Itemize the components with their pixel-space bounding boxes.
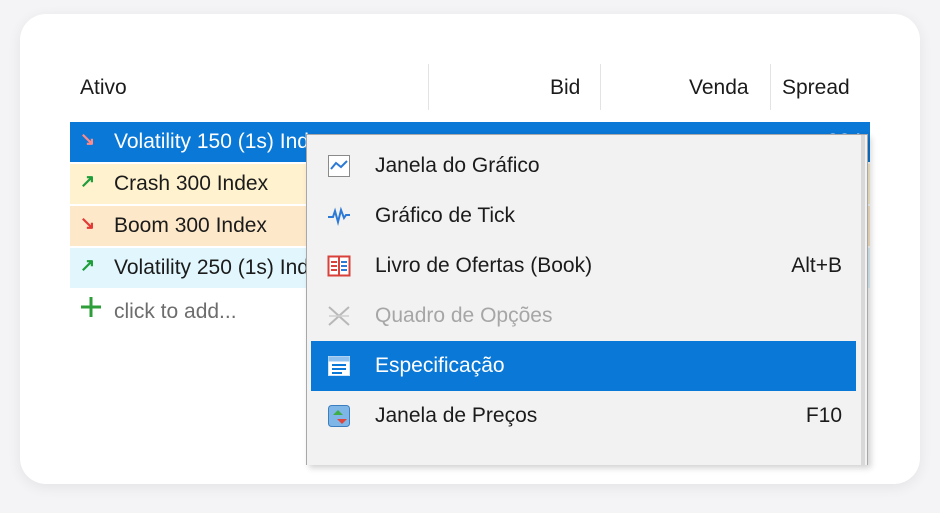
menu-item-label: Janela de Preços — [375, 404, 538, 427]
trend-down-icon: ↘ — [80, 129, 96, 149]
menu-item-options-board: Quadro de Opções — [311, 291, 856, 341]
trend-up-icon: ↗ — [80, 255, 96, 275]
column-header-bid[interactable]: Bid — [550, 76, 580, 100]
menu-item-label: Quadro de Opções — [375, 304, 553, 327]
column-header-asset[interactable]: Ativo — [80, 76, 127, 100]
menu-scrollbar[interactable] — [861, 135, 865, 465]
asset-name: Boom 300 Index — [114, 214, 267, 237]
menu-item-label: Gráfico de Tick — [375, 204, 516, 227]
menu-item-label: Especificação — [375, 354, 505, 377]
column-divider[interactable] — [770, 64, 771, 110]
column-divider[interactable] — [428, 64, 429, 110]
plus-icon-svg — [81, 297, 101, 317]
chart-window-icon — [327, 154, 351, 178]
specification-icon — [327, 354, 351, 378]
menu-item-shortcut: F10 — [805, 404, 842, 427]
column-header-spread[interactable]: Spread — [782, 76, 850, 100]
order-book-icon — [327, 254, 351, 278]
menu-item-label: Livro de Ofertas (Book) — [375, 254, 593, 277]
menu-item-order-book[interactable]: Livro de Ofertas (Book) Alt+B — [311, 241, 856, 291]
plus-icon — [78, 294, 104, 328]
menu-item-specification[interactable]: Especificação — [311, 341, 856, 391]
trend-down-icon: ↘ — [80, 213, 96, 233]
card: Ativo Bid Venda Spread ↘ Volatility 150 … — [20, 14, 920, 484]
asset-name: Volatility 250 (1s) Index — [114, 256, 332, 279]
menu-item-chart-window[interactable]: Janela do Gráfico — [311, 141, 856, 191]
trend-up-icon: ↗ — [80, 171, 96, 191]
asset-name: Crash 300 Index — [114, 172, 269, 195]
options-board-icon — [327, 304, 351, 328]
menu-item-price-window[interactable]: Janela de Preços F10 — [311, 391, 856, 441]
context-menu: Janela do Gráfico Gráfico de Tick Livro … — [306, 134, 868, 465]
tick-chart-icon — [327, 204, 351, 228]
menu-item-label: Janela do Gráfico — [375, 154, 540, 177]
column-divider[interactable] — [600, 64, 601, 110]
asset-name: Volatility 150 (1s) Ind — [114, 130, 309, 153]
add-symbol-label: click to add... — [114, 300, 237, 323]
column-header-sell[interactable]: Venda — [689, 76, 749, 100]
menu-item-tick-chart[interactable]: Gráfico de Tick — [311, 191, 856, 241]
price-window-icon — [327, 404, 351, 428]
menu-item-shortcut: Alt+B — [791, 254, 842, 277]
table-header: Ativo Bid Venda Spread — [70, 64, 870, 110]
